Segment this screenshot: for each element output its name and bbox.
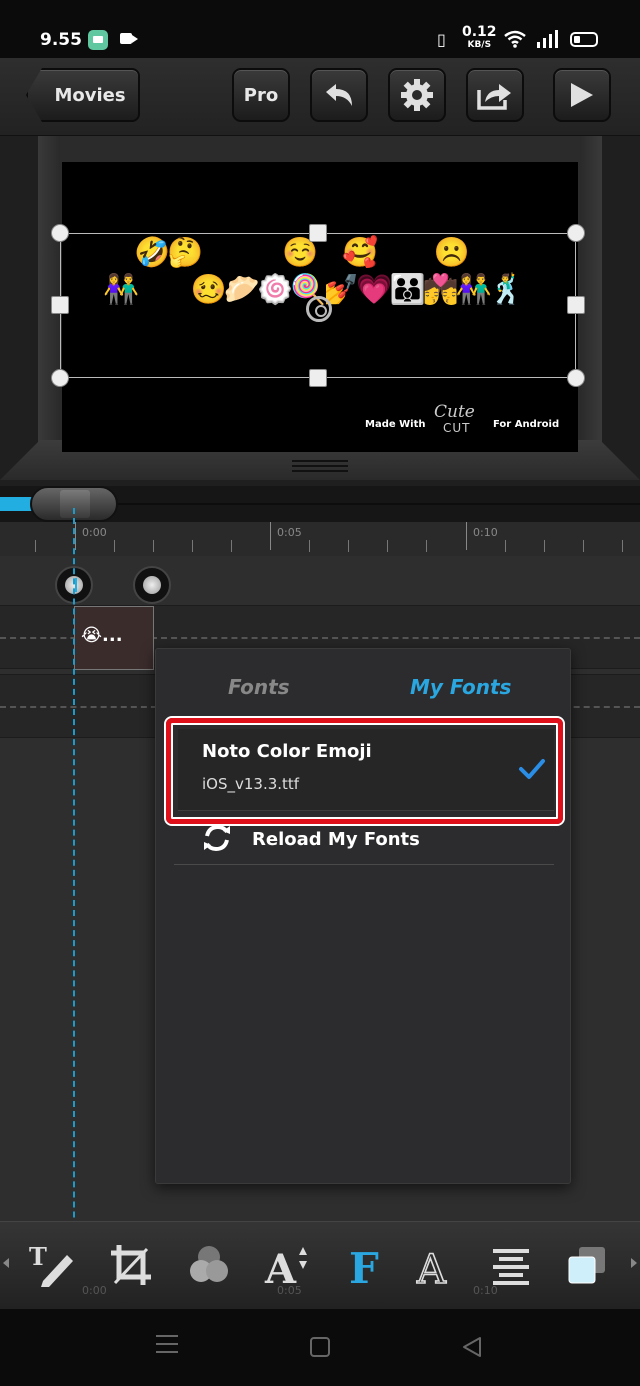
ruler-tick xyxy=(544,540,545,552)
ruler-tick-major xyxy=(75,522,76,550)
svg-text:F: F xyxy=(349,1244,379,1287)
color-icon xyxy=(190,1246,228,1282)
play-button[interactable] xyxy=(553,68,611,122)
back-to-movies-button[interactable]: Movies xyxy=(26,68,140,122)
edit-toolbar: 0:00 0:05 0:10 T A F A xyxy=(0,1221,640,1309)
recent-apps-button[interactable] xyxy=(156,1335,178,1355)
network-speed: 0.12 KB/S xyxy=(462,24,497,52)
playhead xyxy=(73,508,75,1308)
status-bar: 9.55 ▯ 0.12 KB/S xyxy=(0,0,640,58)
ruler-tick xyxy=(622,540,623,552)
app-root: 9.55 ▯ 0.12 KB/S Movies Pro 😭😓🤣🤔😍😛😚☺️😊🥰😙… xyxy=(0,0,640,1386)
reload-icon xyxy=(204,824,230,852)
video-camera-icon xyxy=(120,33,138,44)
ruler-tick xyxy=(153,540,154,552)
watermark-made-with: Made With xyxy=(365,419,426,430)
resize-handle-bottom-left[interactable] xyxy=(51,369,69,387)
pro-button[interactable]: Pro xyxy=(232,68,290,122)
ruler-tick xyxy=(192,540,193,552)
network-speed-unit: KB/S xyxy=(467,40,492,50)
undo-icon xyxy=(326,84,352,106)
font-size-icon: A xyxy=(264,1246,307,1287)
rotate-handle-icon[interactable] xyxy=(306,296,332,322)
share-icon xyxy=(477,84,511,110)
scroll-left-arrow-icon[interactable] xyxy=(3,1258,9,1268)
font-size-tool[interactable]: A xyxy=(260,1238,314,1292)
play-icon xyxy=(571,83,593,107)
preview-resize-grip[interactable] xyxy=(292,460,348,474)
ruler-tick-major xyxy=(466,522,467,550)
status-time: 9.55 xyxy=(40,30,82,50)
font-style-tool[interactable]: A xyxy=(408,1238,462,1292)
resize-handle-top[interactable] xyxy=(309,224,327,242)
align-icon xyxy=(493,1249,529,1285)
ruler-tick xyxy=(309,540,310,552)
ruler-label: 0:00 xyxy=(82,526,107,539)
system-nav-bar xyxy=(0,1309,640,1386)
app-toolbar: Movies Pro xyxy=(0,58,640,136)
svg-text:A: A xyxy=(264,1246,297,1287)
watermark-logo-cut: CUT xyxy=(443,421,471,435)
svg-text:T: T xyxy=(29,1243,47,1271)
ruler-tick-major xyxy=(270,522,271,550)
resize-handle-right[interactable] xyxy=(567,296,585,314)
scrubber-rail xyxy=(44,503,640,505)
text-edit-icon: T xyxy=(29,1243,73,1287)
resize-handle-top-right[interactable] xyxy=(567,224,585,242)
resize-handle-left[interactable] xyxy=(51,296,69,314)
watermark-logo-cute: Cute xyxy=(434,402,475,422)
svg-text:A: A xyxy=(416,1247,447,1287)
crop-icon xyxy=(111,1245,151,1285)
ruler-tick xyxy=(348,540,349,552)
shadow-icon xyxy=(568,1247,605,1284)
undo-button[interactable] xyxy=(310,68,368,122)
home-button[interactable] xyxy=(310,1337,330,1357)
font-tool[interactable]: F xyxy=(338,1238,392,1292)
gear-icon xyxy=(401,79,433,111)
ruler-tick xyxy=(387,540,388,552)
ruler-tick xyxy=(231,540,232,552)
shadow-tool[interactable] xyxy=(560,1238,614,1292)
annotation-highlight-box xyxy=(166,718,563,824)
caption-clip[interactable]: 😭... xyxy=(74,606,154,670)
keyframe-end-handle[interactable] xyxy=(133,566,171,604)
watermark-for-android: For Android xyxy=(493,419,560,430)
wifi-icon xyxy=(504,30,526,48)
tab-fonts[interactable]: Fonts xyxy=(228,675,290,699)
text-edit-tool[interactable]: T xyxy=(24,1238,78,1292)
align-tool[interactable] xyxy=(484,1238,538,1292)
color-tool[interactable] xyxy=(182,1238,236,1292)
ruler-tick xyxy=(505,540,506,552)
font-style-icon: A xyxy=(415,1246,448,1287)
signal-icon xyxy=(537,30,558,48)
network-speed-value: 0.12 xyxy=(462,24,497,40)
settings-button[interactable] xyxy=(388,68,446,122)
font-icon: F xyxy=(349,1244,379,1287)
messages-icon xyxy=(88,30,108,50)
ruler-label: 0:10 xyxy=(473,526,498,539)
ruler-tick xyxy=(426,540,427,552)
back-button-label: Movies xyxy=(54,84,126,106)
back-button-icon[interactable] xyxy=(460,1335,484,1359)
tab-my-fonts[interactable]: My Fonts xyxy=(410,675,511,699)
resize-handle-bottom-right[interactable] xyxy=(567,369,585,387)
share-button[interactable] xyxy=(466,68,524,122)
ruler-tick xyxy=(583,540,584,552)
resize-handle-top-left[interactable] xyxy=(51,224,69,242)
ruler-tick xyxy=(35,540,36,552)
pro-button-label: Pro xyxy=(243,84,279,106)
reload-fonts-label: Reload My Fonts xyxy=(252,829,420,850)
resize-handle-bottom[interactable] xyxy=(309,369,327,387)
vibrate-icon: ▯ xyxy=(437,30,446,49)
ruler-tick xyxy=(114,540,115,552)
ruler-label: 0:05 xyxy=(277,526,302,539)
scroll-right-arrow-icon[interactable] xyxy=(631,1258,637,1268)
battery-icon xyxy=(570,32,598,47)
ruler-label-ghost: 0:00 xyxy=(82,1284,107,1297)
crop-tool[interactable] xyxy=(104,1238,158,1292)
